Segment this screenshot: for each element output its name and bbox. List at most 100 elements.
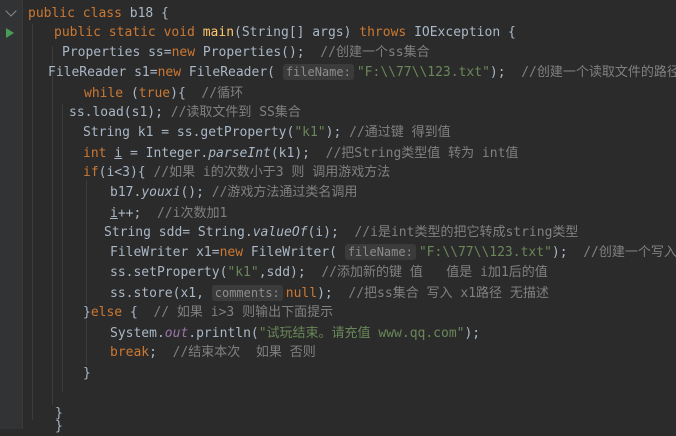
code-token: ); (489, 65, 522, 80)
code-token: valueOf (252, 225, 308, 240)
code-token: new (171, 45, 203, 60)
parameter-hint: fileName: (344, 244, 416, 260)
code-token: //游戏方法通过类名调用 (211, 185, 358, 200)
code-token: { (129, 305, 154, 320)
code-line[interactable]: FileReader s1=new FileReader( fileName: "… (48, 64, 676, 82)
code-token: // 如果 i>3 则输出下面提示 (153, 305, 334, 320)
code-token: ss.store(x1, (110, 286, 212, 301)
code-token: public class (28, 6, 130, 21)
code-token: String sdd= String. (104, 225, 253, 240)
code-token: i (114, 146, 123, 161)
code-line[interactable]: while (true){ //循环 (84, 85, 243, 103)
code-line[interactable]: System.out.println("试玩结束。请充值 www.qq.com"… (110, 325, 480, 343)
code-token: (k1); (270, 146, 326, 161)
code-token: ); (551, 245, 584, 260)
code-token: System. (110, 326, 165, 341)
code-token: 3){ (122, 165, 154, 180)
code-token: //i是int类型的把它转成string类型 (354, 225, 579, 240)
code-token: true (138, 86, 171, 101)
code-token: //如果 i的次数小于3 则 调用游戏方法 (153, 165, 391, 180)
indent-guide (62, 104, 63, 392)
code-token: b18 { (129, 6, 169, 21)
editor-gutter[interactable] (0, 0, 23, 429)
indent-guide (52, 46, 53, 405)
code-line[interactable]: String sdd= String.valueOf(i); //i是int类型… (104, 224, 578, 242)
parameter-hint: fileName: (282, 64, 354, 80)
code-token: "k1" (227, 265, 259, 280)
code-token: //创建一个写入路径 (583, 245, 676, 260)
code-token: //通过键 得到值 (349, 125, 451, 140)
code-token: } (83, 366, 91, 381)
code-token: ); (325, 125, 350, 140)
code-token: while (84, 86, 131, 101)
parameter-hint: comments: (211, 285, 283, 301)
code-token: Properties ss= (62, 45, 172, 60)
code-token: "试玩结束。请充值 www.qq.com" (258, 326, 465, 341)
code-token: ); (317, 286, 349, 301)
code-token: //i次数加1 (156, 206, 228, 221)
code-token: FileReader( (188, 65, 283, 80)
code-token: break (110, 345, 150, 360)
code-token: new (157, 65, 189, 80)
code-line[interactable]: ss.setProperty("k1",sdd); //添加新的键 值 值是 i… (110, 264, 548, 282)
code-token: ss.load(s1); (69, 105, 171, 120)
code-token: throws (359, 25, 415, 40)
code-line[interactable]: if(i<3){ //如果 i的次数小于3 则 调用游戏方法 (83, 164, 390, 182)
code-editor[interactable]: public class b18 {public static void mai… (22, 0, 676, 434)
indent-guide (86, 180, 87, 304)
code-line[interactable]: public class b18 { (28, 5, 169, 23)
code-token: ++; (117, 206, 157, 221)
code-token: //结束本次 如果 否则 (172, 345, 316, 360)
indent-guide (86, 320, 87, 365)
code-line[interactable]: FileWriter x1=new FileWriter( fileName: "… (110, 244, 676, 262)
code-token: } (55, 419, 63, 434)
code-token: //循环 (201, 86, 244, 101)
code-token: //把ss集合 写入 x1路径 无描述 (348, 286, 549, 301)
code-token: ); (464, 326, 481, 341)
code-line[interactable]: i++; //i次数加1 (110, 205, 227, 223)
code-token: youxi (141, 185, 181, 200)
code-line[interactable]: ss.load(s1); //读取文件到 SS集合 (69, 104, 301, 122)
code-token: //把String类型值 转为 int值 (325, 146, 519, 161)
code-token: ( (130, 86, 139, 101)
code-token: main (202, 25, 235, 40)
code-line[interactable]: int i = Integer.parseInt(k1); //把String类… (83, 145, 518, 163)
code-token: else (90, 305, 130, 320)
run-main-icon[interactable] (6, 28, 14, 38)
code-line[interactable]: break; //结束本次 如果 否则 (110, 344, 316, 362)
code-token: (String[] args) (234, 25, 360, 40)
code-token: b17. (110, 185, 142, 200)
code-token: parseInt (208, 146, 271, 161)
code-token: FileWriter x1= (110, 245, 220, 260)
code-token: if (83, 165, 99, 180)
code-token: public static void (54, 25, 203, 40)
code-token: Properties(); (202, 45, 321, 60)
code-line[interactable]: b17.youxi(); //游戏方法通过类名调用 (110, 184, 357, 202)
code-line[interactable]: Properties ss=new Properties(); //创建一个ss… (62, 44, 430, 62)
code-token: { (177, 86, 202, 101)
code-line[interactable]: } (55, 418, 63, 436)
code-token: "k1" (294, 125, 326, 140)
code-token: out (164, 326, 189, 341)
indent-guide (32, 24, 33, 420)
code-token: null (285, 286, 318, 301)
code-token: ss.setProperty( (110, 265, 228, 280)
code-token: (i< (98, 165, 123, 180)
code-token: FileWriter( (250, 245, 345, 260)
code-token: String k1 = ss.getProperty( (83, 125, 295, 140)
code-line[interactable]: } (83, 365, 91, 383)
code-token: IOException { (414, 25, 516, 40)
code-token: //创建一个ss集合 (320, 45, 430, 60)
fold-class-icon[interactable] (5, 5, 17, 17)
code-token: FileReader s1= (48, 65, 158, 80)
code-token: .println( (188, 326, 259, 341)
code-line[interactable]: }else { // 如果 i>3 则输出下面提示 (83, 304, 333, 322)
code-token: (); (180, 185, 212, 200)
code-line[interactable]: String k1 = ss.getProperty("k1"); //通过键 … (83, 124, 451, 142)
code-token: int (83, 146, 115, 161)
code-token: //读取文件到 SS集合 (170, 105, 301, 120)
code-line[interactable]: ss.store(x1, comments: null); //把ss集合 写入 … (110, 285, 549, 303)
code-token: new (219, 245, 251, 260)
code-line[interactable]: public static void main(String[] args) t… (54, 24, 516, 42)
code-token: } (83, 305, 91, 320)
